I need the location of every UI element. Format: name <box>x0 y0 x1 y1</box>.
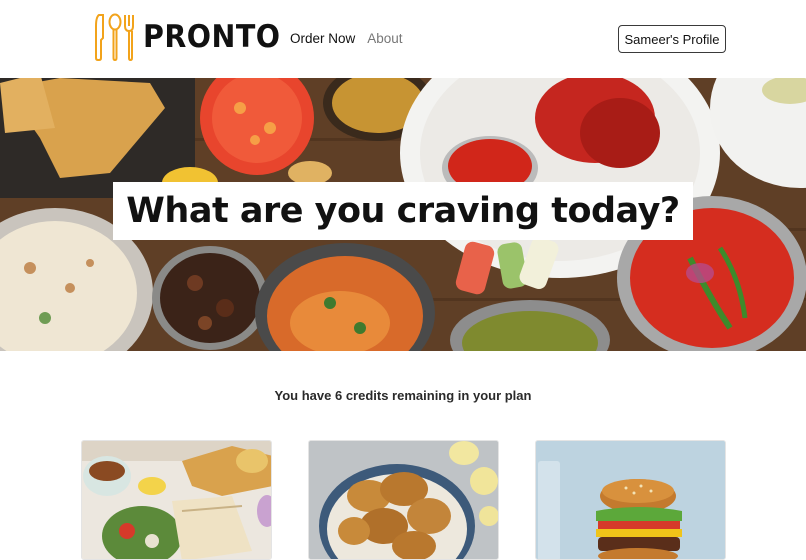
profile-button[interactable]: Sameer's Profile <box>618 25 726 53</box>
top-header: PRONTO Order Now About Sameer's Profile <box>0 0 806 78</box>
logo[interactable]: PRONTO <box>95 12 292 62</box>
meal-card-mediterranean[interactable] <box>81 440 272 560</box>
main-nav: Order Now About <box>290 31 403 46</box>
mediterranean-platter-image <box>82 441 271 559</box>
hero-title-box: What are you craving today? <box>113 182 693 240</box>
utensils-icon <box>95 12 137 62</box>
burger-image <box>536 441 725 559</box>
nav-order-now[interactable]: Order Now <box>290 31 355 46</box>
nav-about[interactable]: About <box>367 31 402 46</box>
meal-card-fried-chicken[interactable] <box>308 440 499 560</box>
hero-banner: What are you craving today? <box>0 78 806 351</box>
hero-title: What are you craving today? <box>126 191 680 231</box>
fried-chicken-image <box>309 441 498 559</box>
meal-card-burger[interactable] <box>535 440 726 560</box>
credits-message: You have 6 credits remaining in your pla… <box>274 388 532 403</box>
logo-text: PRONTO <box>143 19 281 55</box>
